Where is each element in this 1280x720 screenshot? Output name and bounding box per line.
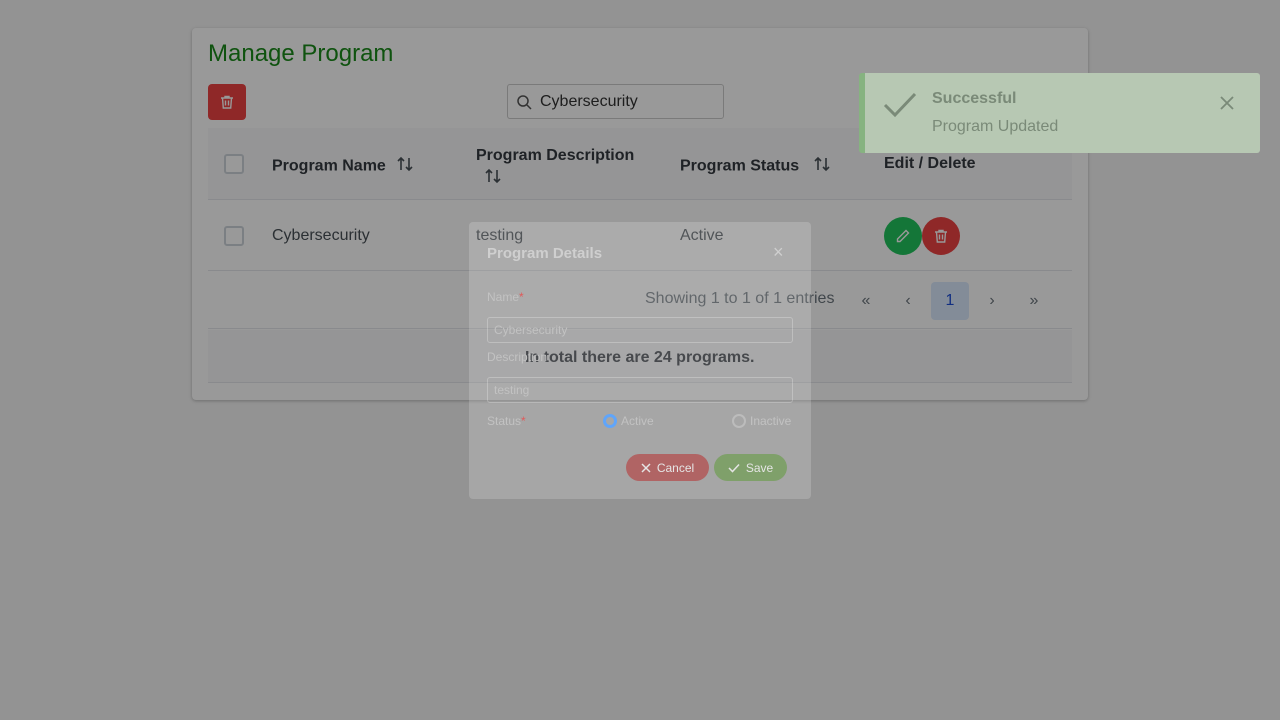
description-field[interactable]: testing — [487, 377, 793, 403]
dialog-close-button[interactable]: × — [773, 242, 784, 263]
check-icon — [883, 92, 917, 118]
toast-close-button[interactable] — [1219, 95, 1235, 116]
name-label: Name* — [487, 290, 524, 304]
status-radio-active[interactable] — [603, 414, 617, 428]
toast-title: Successful — [932, 90, 1017, 107]
dialog-title: Program Details — [487, 245, 603, 262]
toast-message: Program Updated — [932, 118, 1059, 135]
save-button[interactable]: Save — [714, 454, 787, 481]
success-toast: Successful Program Updated — [859, 73, 1260, 153]
save-label: Save — [745, 460, 774, 475]
check-icon — [728, 463, 740, 473]
description-label: Description — [487, 350, 548, 364]
status-radio-inactive-label: Inactive — [750, 414, 792, 428]
cancel-label: Cancel — [656, 460, 695, 475]
status-radio-active-label: Active — [621, 414, 654, 428]
close-icon — [641, 462, 651, 473]
close-icon — [1220, 96, 1234, 110]
status-label: Status* — [487, 414, 526, 428]
name-field[interactable]: Cybersecurity — [487, 317, 793, 343]
status-radio-inactive[interactable] — [732, 414, 746, 428]
program-details-dialog: Program Details × Name* Cybersecurity De… — [469, 222, 811, 499]
cancel-button[interactable]: Cancel — [626, 454, 709, 481]
